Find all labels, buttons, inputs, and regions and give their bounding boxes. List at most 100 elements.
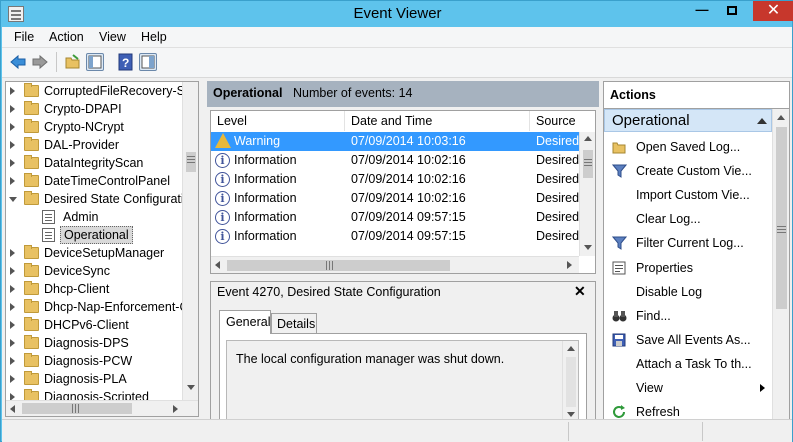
tree-item[interactable]: Diagnosis-PCW: [6, 352, 182, 370]
collapsed-arrow-icon[interactable]: [10, 87, 15, 95]
scroll-left-arrow-icon[interactable]: [10, 405, 15, 413]
tree-item[interactable]: DateTimeControlPanel: [6, 172, 182, 190]
collapsed-arrow-icon[interactable]: [10, 303, 15, 311]
tree-item[interactable]: Dhcp-Nap-Enforcement-C: [6, 298, 189, 316]
tree-item[interactable]: DataIntegrityScan: [6, 154, 182, 172]
action-item[interactable]: Clear Log...: [604, 209, 772, 233]
collapsed-arrow-icon[interactable]: [10, 159, 15, 167]
collapsed-arrow-icon[interactable]: [10, 123, 15, 131]
menu-file[interactable]: File: [14, 30, 34, 44]
scroll-up-arrow-icon[interactable]: [777, 115, 785, 120]
action-item[interactable]: Save All Events As...: [604, 330, 772, 354]
minimize-button[interactable]: —: [689, 1, 715, 21]
action-item[interactable]: Find...: [604, 306, 772, 330]
menu-action[interactable]: Action: [49, 30, 84, 44]
event-row[interactable]: i Information 07/09/2014 09:57:15 Desired: [211, 227, 581, 246]
event-row[interactable]: i Information 07/09/2014 10:02:16 Desired: [211, 189, 581, 208]
tree-item[interactable]: Admin: [6, 208, 182, 226]
scroll-right-arrow-icon[interactable]: [173, 405, 178, 413]
save-icon: [612, 333, 627, 347]
events-hscroll-thumb[interactable]: [227, 260, 450, 271]
tree-vertical-scrollbar[interactable]: [182, 82, 198, 400]
event-datetime: 07/09/2014 10:03:16: [351, 134, 466, 148]
actions-scroll-thumb[interactable]: [776, 127, 787, 309]
tree-item[interactable]: DHCPv6-Client: [6, 316, 182, 334]
collapsed-arrow-icon[interactable]: [10, 249, 15, 257]
scroll-down-arrow-icon[interactable]: [187, 385, 195, 390]
event-row[interactable]: i Information 07/09/2014 10:02:16 Desired: [211, 170, 581, 189]
tree-item[interactable]: Diagnosis-DPS: [6, 334, 182, 352]
tab-details[interactable]: Details: [271, 313, 317, 334]
tree-hscroll-thumb[interactable]: [22, 403, 132, 414]
tree-scroll-thumb[interactable]: [186, 152, 196, 172]
events-scroll-thumb[interactable]: [583, 150, 593, 178]
event-row[interactable]: i Information 07/09/2014 10:02:16 Desired: [211, 151, 581, 170]
tab-general[interactable]: General: [219, 310, 271, 334]
event-level: Warning: [234, 134, 281, 148]
show-hide-console-tree-icon[interactable]: [86, 53, 104, 71]
collapsed-arrow-icon[interactable]: [10, 177, 15, 185]
tree-item[interactable]: Crypto-NCrypt: [6, 118, 182, 136]
tree-item[interactable]: DAL-Provider: [6, 136, 182, 154]
tree-horizontal-scrollbar[interactable]: [6, 400, 198, 416]
collapsed-arrow-icon[interactable]: [10, 321, 15, 329]
help-icon[interactable]: ?: [117, 53, 135, 71]
collapsed-arrow-icon[interactable]: [10, 357, 15, 365]
title-bar[interactable]: Event Viewer — ✕: [1, 1, 793, 27]
tree-item[interactable]: Operational: [6, 226, 182, 244]
action-item[interactable]: Attach a Task To th...: [604, 354, 772, 378]
events-vertical-scrollbar[interactable]: [579, 132, 595, 256]
scroll-right-arrow-icon[interactable]: [567, 261, 572, 269]
collapsed-arrow-icon[interactable]: [10, 339, 15, 347]
collapsed-arrow-icon[interactable]: [10, 267, 15, 275]
tree-item[interactable]: Desired State Configuration: [6, 190, 198, 208]
event-row[interactable]: i Information 07/09/2014 09:57:15 Desired: [211, 208, 581, 227]
back-arrow-icon[interactable]: [9, 53, 27, 71]
tree-item[interactable]: Diagnosis-PLA: [6, 370, 182, 388]
column-header-level[interactable]: Level: [211, 111, 345, 131]
forward-arrow-icon[interactable]: [31, 53, 49, 71]
action-item[interactable]: Filter Current Log...: [604, 233, 772, 257]
close-detail-icon[interactable]: ✕: [574, 283, 586, 300]
action-item[interactable]: Create Custom Vie...: [604, 161, 772, 185]
action-item[interactable]: Disable Log: [604, 282, 772, 306]
open-folder-icon[interactable]: [64, 53, 82, 71]
menu-bar: File Action View Help: [2, 27, 792, 48]
action-item[interactable]: View: [604, 378, 772, 402]
events-horizontal-scrollbar[interactable]: [211, 256, 579, 273]
tree-item[interactable]: DeviceSetupManager: [6, 244, 182, 262]
expanded-arrow-icon[interactable]: [9, 197, 17, 206]
event-row[interactable]: Warning 07/09/2014 10:03:16 Desired: [211, 132, 581, 151]
scroll-down-arrow-icon[interactable]: [584, 245, 592, 250]
action-label: Find...: [636, 308, 671, 323]
scroll-up-arrow-icon[interactable]: [567, 346, 575, 351]
tree-item[interactable]: CorruptedFileRecovery-Ser: [6, 82, 196, 100]
column-header-source[interactable]: Source: [530, 111, 581, 131]
actions-section-operational[interactable]: Operational: [604, 109, 772, 132]
column-header-date[interactable]: Date and Time: [345, 111, 530, 131]
menu-help[interactable]: Help: [141, 30, 167, 44]
tree-item[interactable]: Dhcp-Client: [6, 280, 182, 298]
collapsed-arrow-icon[interactable]: [10, 105, 15, 113]
message-scroll-track[interactable]: [566, 357, 576, 407]
close-button[interactable]: ✕: [753, 1, 793, 21]
actions-vertical-scrollbar[interactable]: [772, 109, 789, 439]
menu-view[interactable]: View: [99, 30, 126, 44]
tree-item[interactable]: Crypto-DPAPI: [6, 100, 182, 118]
collapse-arrow-icon[interactable]: [757, 118, 767, 124]
action-item[interactable]: Open Saved Log...: [604, 137, 772, 161]
action-item[interactable]: Properties: [604, 258, 772, 282]
message-vertical-scrollbar[interactable]: [562, 341, 578, 423]
tree-item[interactable]: DeviceSync: [6, 262, 182, 280]
scroll-down-arrow-icon[interactable]: [567, 412, 575, 417]
collapsed-arrow-icon[interactable]: [10, 141, 15, 149]
scroll-up-arrow-icon[interactable]: [584, 136, 592, 141]
action-label: Filter Current Log...: [636, 236, 744, 251]
toolbar: ?: [2, 48, 792, 78]
collapsed-arrow-icon[interactable]: [10, 285, 15, 293]
show-hide-action-pane-icon[interactable]: [139, 53, 157, 71]
maximize-button[interactable]: [719, 1, 745, 21]
collapsed-arrow-icon[interactable]: [10, 375, 15, 383]
action-item[interactable]: Import Custom Vie...: [604, 185, 772, 209]
scroll-left-arrow-icon[interactable]: [215, 261, 220, 269]
